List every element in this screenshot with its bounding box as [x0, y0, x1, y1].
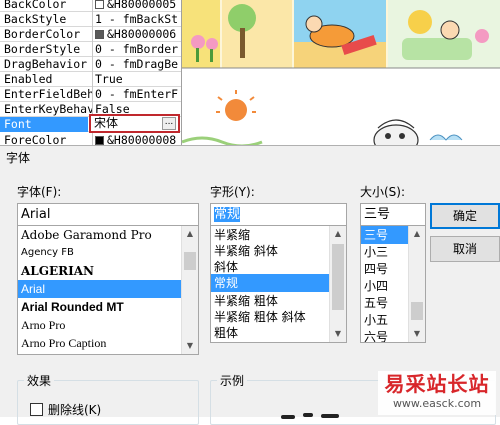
property-name: EnterFieldBeh	[4, 87, 92, 101]
scroll-thumb[interactable]	[411, 302, 423, 320]
cartoon-illustration	[182, 0, 500, 147]
font-name-input[interactable]: Arial	[17, 203, 199, 226]
list-item[interactable]: 小五	[361, 311, 410, 329]
property-name: EnterKeyBehav	[4, 102, 92, 116]
sample-preview	[281, 415, 295, 419]
font-style-list[interactable]: 半紧缩 半紧缩 斜体 斜体 常规 半紧缩 粗体 半紧缩 粗体 斜体 粗体 ▲ ▼	[210, 225, 347, 343]
property-name: BackColor	[4, 0, 67, 11]
watermark-title: 易采站长站	[384, 372, 490, 396]
list-item[interactable]: 五号	[361, 294, 410, 312]
size-list-scrollbar[interactable]: ▲ ▼	[408, 226, 425, 342]
ok-button[interactable]: 确定	[430, 203, 500, 229]
list-item-selected[interactable]: Arial	[18, 280, 183, 298]
property-row-backstyle[interactable]: BackStyle 1 - fmBackSt	[0, 12, 181, 27]
site-watermark: 易采站长站 www.easck.com	[378, 371, 496, 415]
scroll-up-icon[interactable]: ▲	[330, 226, 346, 242]
property-value: 1 - fmBackSt	[95, 12, 179, 26]
list-item[interactable]: Arno Pro Caption	[18, 334, 183, 352]
font-size-list[interactable]: 三号 小三 四号 小四 五号 小五 六号 ▲ ▼	[360, 225, 426, 343]
effects-group: 效果 删除线(K)	[17, 372, 199, 425]
color-swatch	[95, 0, 104, 9]
sample-label: 示例	[217, 372, 248, 389]
scroll-thumb[interactable]	[184, 252, 196, 270]
cartoon-picture	[182, 0, 500, 147]
sample-preview	[303, 413, 313, 417]
style-list-scrollbar[interactable]: ▲ ▼	[329, 226, 346, 342]
list-item[interactable]: 六号	[361, 328, 410, 342]
cancel-button[interactable]: 取消	[430, 236, 500, 262]
scroll-up-icon[interactable]: ▲	[182, 226, 198, 242]
property-name: Enabled	[4, 72, 53, 86]
property-row-bordercolor[interactable]: BorderColor &H80000006	[0, 27, 181, 42]
property-value: &H80000005	[95, 0, 181, 12]
property-value: 0 - fmBorder	[95, 42, 179, 56]
list-item[interactable]: Agency FB	[18, 244, 183, 262]
property-row-dragbehavior[interactable]: DragBehavior 0 - fmDragBe	[0, 57, 181, 72]
color-swatch	[95, 136, 104, 145]
font-size-value: 三号	[364, 207, 391, 222]
property-name: DragBehavior	[4, 57, 88, 71]
property-name: BorderStyle	[4, 42, 81, 56]
dialog-title: 字体	[6, 151, 31, 165]
list-item-selected[interactable]: 常规	[211, 274, 331, 292]
list-item[interactable]: Adobe Garamond Pro	[18, 226, 183, 244]
font-picker-button[interactable]: ...	[162, 117, 176, 130]
font-name-value: Arial	[21, 207, 51, 222]
property-row-enabled[interactable]: Enabled True	[0, 72, 181, 87]
style-label: 字形(Y):	[210, 185, 255, 199]
watermark-url: www.easck.com	[392, 397, 482, 410]
property-value: True	[95, 72, 123, 86]
list-item[interactable]: Arno Pro	[18, 316, 183, 334]
scroll-down-icon[interactable]: ▼	[182, 338, 198, 354]
property-row-enterfieldbehavior[interactable]: EnterFieldBeh 0 - fmEnterF	[0, 87, 181, 102]
scroll-thumb[interactable]	[332, 244, 344, 310]
scroll-down-icon[interactable]: ▼	[330, 326, 346, 342]
font-size-input[interactable]: 三号	[360, 203, 426, 226]
font-name-list[interactable]: Adobe Garamond Pro Agency FB ALGERIAN Ar…	[17, 225, 199, 355]
font-style-input[interactable]: 常规	[210, 203, 347, 226]
scroll-up-icon[interactable]: ▲	[409, 226, 425, 242]
scroll-down-icon[interactable]: ▼	[409, 326, 425, 342]
property-name: BackStyle	[4, 12, 67, 26]
color-swatch	[95, 30, 104, 39]
property-name: BorderColor	[4, 27, 81, 41]
property-name: Font	[0, 117, 88, 132]
sample-preview	[321, 414, 339, 418]
font-label: 字体(F):	[17, 185, 62, 199]
effects-label: 效果	[24, 372, 55, 389]
list-item[interactable]: 粗体	[211, 324, 331, 342]
list-item[interactable]: 四号	[361, 260, 410, 278]
list-item[interactable]: 小四	[361, 277, 410, 295]
property-row-borderstyle[interactable]: BorderStyle 0 - fmBorder	[0, 42, 181, 57]
font-style-value: 常规	[214, 207, 241, 222]
property-row-font[interactable]: Font 宋体 ...	[0, 114, 181, 133]
strikeout-label: 删除线(K)	[48, 403, 102, 417]
font-value-editor[interactable]: 宋体 ...	[89, 114, 180, 133]
font-value: 宋体	[94, 116, 119, 130]
property-row-backcolor[interactable]: BackColor &H80000005	[0, 0, 181, 12]
property-grid: BackColor &H80000005 BackStyle 1 - fmBac…	[0, 0, 182, 147]
list-item[interactable]: 小三	[361, 243, 410, 261]
strikeout-checkbox[interactable]	[30, 403, 43, 416]
property-value: &H80000006	[95, 27, 181, 42]
property-value: 0 - fmEnterF	[95, 87, 179, 101]
font-dialog: 字体 字体(F): 字形(Y): 大小(S): Arial Adobe Gara…	[0, 145, 500, 425]
property-value: 0 - fmDragBe	[95, 57, 179, 71]
size-label: 大小(S):	[360, 185, 406, 199]
list-item-selected[interactable]: 三号	[361, 226, 410, 244]
font-list-scrollbar[interactable]: ▲ ▼	[181, 226, 198, 354]
list-item[interactable]: Arial Rounded MT	[18, 298, 183, 316]
list-item[interactable]: ALGERIAN	[18, 262, 183, 280]
